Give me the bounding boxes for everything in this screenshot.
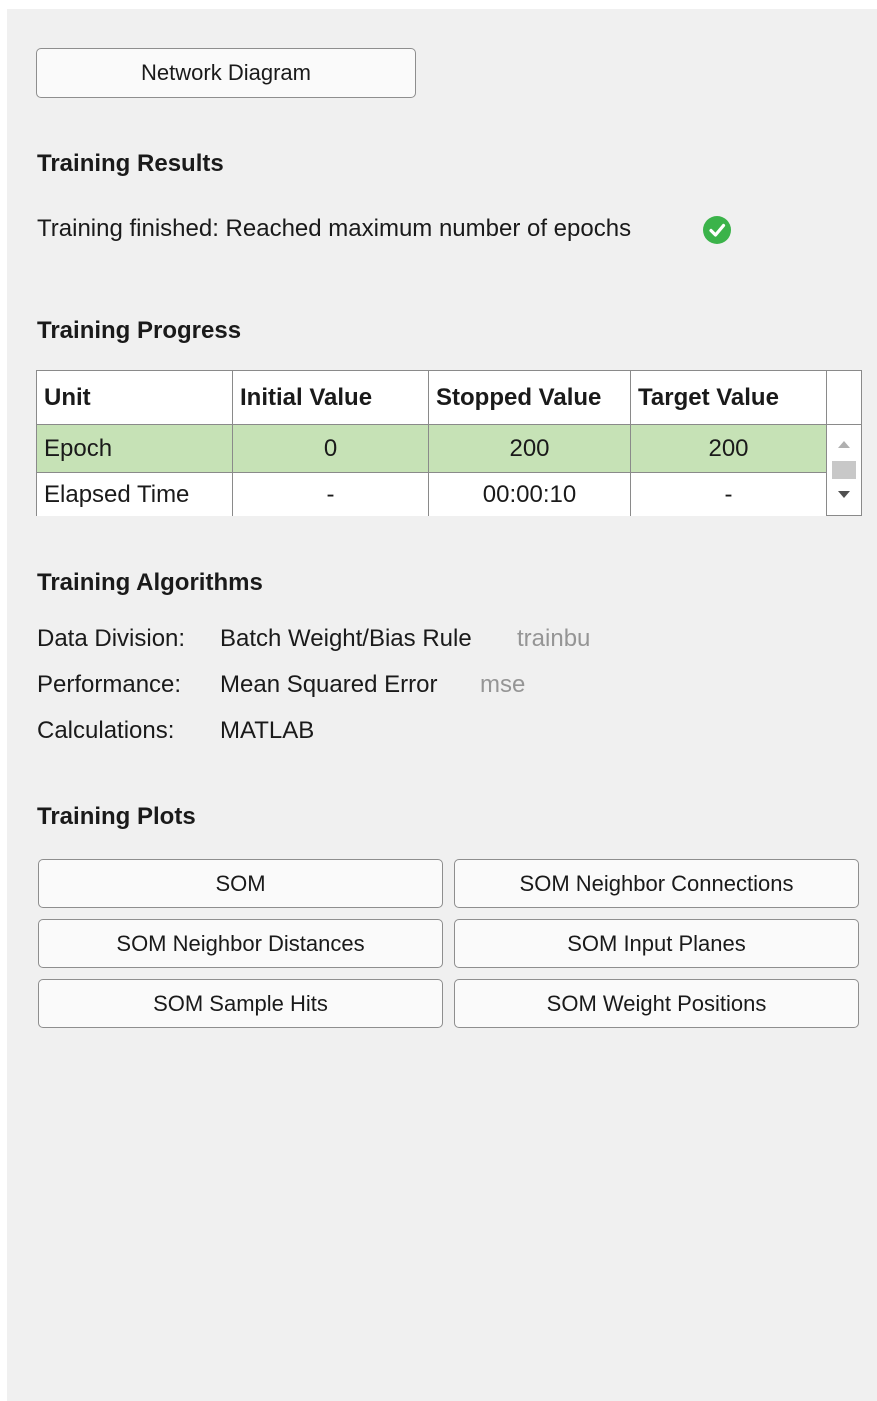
plot-button-label: SOM Input Planes: [567, 930, 746, 956]
plot-button-label: SOM Neighbor Distances: [116, 930, 365, 956]
algorithm-label: Data Division:: [37, 625, 186, 652]
network-diagram-label: Network Diagram: [141, 60, 311, 85]
training-algorithms-title: Training Algorithms: [37, 569, 263, 596]
training-progress-title: Training Progress: [37, 317, 242, 344]
som-input-planes-button[interactable]: SOM Input Planes: [454, 919, 859, 968]
table-cell-target: 200: [631, 425, 827, 473]
plot-button-label: SOM Weight Positions: [546, 990, 767, 1016]
algorithm-value: MATLAB: [220, 717, 315, 744]
som-weight-positions-button[interactable]: SOM Weight Positions: [454, 979, 859, 1028]
algorithm-label: Calculations:: [37, 717, 175, 744]
algorithm-value: Mean Squared Error: [220, 671, 438, 698]
column-header-stopped-value[interactable]: Stopped Value: [429, 371, 631, 425]
column-header-unit[interactable]: Unit: [37, 371, 233, 425]
plot-button-label: SOM Neighbor Connections: [519, 870, 794, 896]
training-plots-title: Training Plots: [37, 803, 196, 830]
algorithm-code: trainbu: [517, 625, 591, 652]
table-cell-stopped: 00:00:10: [429, 473, 631, 516]
column-header-target-value[interactable]: Target Value: [631, 371, 827, 425]
algorithm-label: Performance:: [37, 671, 182, 698]
check-circle-icon: [703, 216, 731, 244]
table-cell-target: -: [631, 473, 827, 516]
algorithm-value: Batch Weight/Bias Rule: [220, 625, 472, 652]
algorithm-code: mse: [480, 671, 526, 698]
table-cell-unit: Epoch: [37, 425, 233, 473]
training-status-text: Training finished: Reached maximum numbe…: [37, 215, 632, 242]
table-cell-initial: -: [233, 473, 429, 516]
scroll-up-arrow-icon[interactable]: [838, 441, 850, 448]
table-scrollbar[interactable]: [827, 425, 861, 515]
column-header-initial-value[interactable]: Initial Value: [233, 371, 429, 425]
network-diagram-button[interactable]: Network Diagram: [36, 48, 416, 98]
table-cell-initial: 0: [233, 425, 429, 473]
table-header-corner: [827, 371, 861, 425]
scroll-thumb[interactable]: [832, 461, 856, 479]
plot-button-label: SOM: [215, 870, 266, 896]
scroll-down-arrow-icon[interactable]: [838, 491, 850, 498]
som-neighbor-connections-button[interactable]: SOM Neighbor Connections: [454, 859, 859, 908]
table-cell-unit: Elapsed Time: [37, 473, 233, 516]
som-plot-button[interactable]: SOM: [38, 859, 443, 908]
training-results-title: Training Results: [37, 150, 224, 177]
som-neighbor-distances-button[interactable]: SOM Neighbor Distances: [38, 919, 443, 968]
table-cell-stopped: 200: [429, 425, 631, 473]
plot-button-label: SOM Sample Hits: [153, 990, 328, 1016]
training-progress-table[interactable]: Unit Initial Value Stopped Value Target …: [36, 370, 862, 516]
som-sample-hits-button[interactable]: SOM Sample Hits: [38, 979, 443, 1028]
